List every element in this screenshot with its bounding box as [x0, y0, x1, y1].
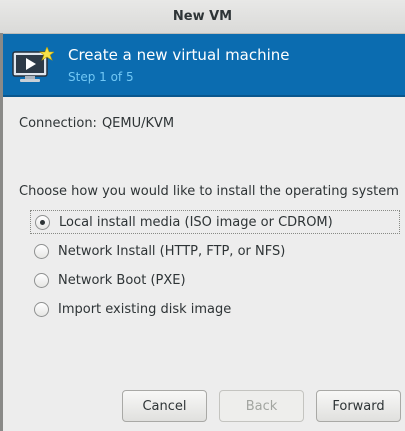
cancel-button[interactable]: Cancel — [122, 390, 207, 422]
wizard-title: Create a new virtual machine — [68, 46, 290, 64]
option-label: Network Install (HTTP, FTP, or NFS) — [58, 243, 286, 259]
connection-label: Connection: — [19, 116, 97, 131]
option-label: Network Boot (PXE) — [58, 272, 186, 288]
install-method-prompt: Choose how you would like to install the… — [19, 184, 399, 199]
option-network-boot[interactable]: Network Boot (PXE) — [30, 268, 186, 292]
back-button[interactable]: Back — [219, 390, 304, 422]
radio-button[interactable] — [34, 243, 49, 259]
connection-row: Connection: QEMU/KVM — [19, 116, 174, 131]
radio-button[interactable] — [34, 301, 49, 317]
connection-value: QEMU/KVM — [101, 116, 175, 131]
option-network-install[interactable]: Network Install (HTTP, FTP, or NFS) — [30, 239, 285, 263]
radio-button[interactable] — [34, 272, 49, 288]
forward-button[interactable]: Forward — [316, 390, 401, 422]
radio-button[interactable] — [35, 214, 50, 230]
option-local-install-media[interactable]: Local install media (ISO image or CDROM) — [30, 210, 400, 234]
wizard-step: Step 1 of 5 — [68, 70, 134, 84]
option-import-disk-image[interactable]: Import existing disk image — [30, 297, 231, 321]
vm-monitor-icon — [12, 47, 54, 82]
wizard-banner: Create a new virtual machine Step 1 of 5 — [3, 34, 405, 97]
option-label: Import existing disk image — [58, 301, 232, 317]
new-vm-dialog: New VM Create a new virtual machine Step… — [0, 0, 405, 431]
window-title: New VM — [0, 0, 405, 34]
option-label: Local install media (ISO image or CDROM) — [59, 214, 333, 230]
